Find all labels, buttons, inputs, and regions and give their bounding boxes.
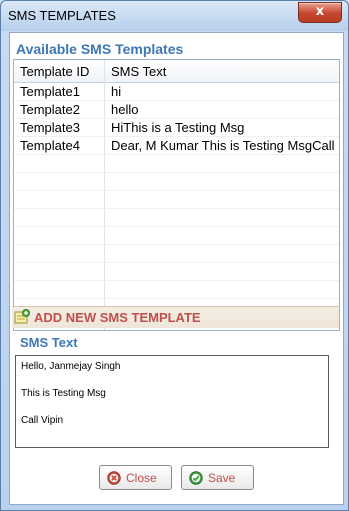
check-circle-icon	[189, 471, 203, 485]
empty-row	[14, 209, 339, 227]
save-button[interactable]: Save	[181, 465, 254, 490]
note-add-icon	[14, 309, 30, 324]
cell-template-id: Template4	[20, 138, 80, 153]
table-row[interactable]: Template2 hello	[14, 101, 339, 119]
empty-row	[14, 263, 339, 281]
cell-sms-text: hi	[111, 84, 122, 99]
cell-sms-text: hello	[111, 102, 139, 117]
cell-template-id: Template1	[20, 84, 80, 99]
content-panel: Available SMS Templates Template ID SMS …	[9, 32, 344, 505]
cell-sms-text: HiThis is a Testing Msg	[111, 120, 245, 135]
sms-templates-window: SMS TEMPLATES x Available SMS Templates …	[0, 0, 349, 511]
empty-row	[14, 155, 339, 173]
close-button-label: Close	[126, 471, 157, 485]
table-row[interactable]: Template4 Dear, M Kumar This is Testing …	[14, 137, 339, 155]
add-new-template-label: ADD NEW SMS TEMPLATE	[34, 310, 201, 325]
close-button[interactable]: Close	[99, 465, 172, 490]
add-new-template-button[interactable]: ADD NEW SMS TEMPLATE	[12, 306, 339, 328]
cell-template-id: Template3	[20, 120, 80, 135]
cancel-circle-icon	[107, 471, 121, 485]
sms-text-area[interactable]: Hello, Janmejay Singh This is Testing Ms…	[15, 355, 329, 448]
window-close-button[interactable]: x	[298, 2, 342, 23]
templates-grid[interactable]: Template ID SMS Text Template1 hi Templa…	[13, 59, 340, 331]
column-header-sms-text[interactable]: SMS Text	[111, 64, 166, 79]
available-templates-heading: Available SMS Templates	[16, 41, 184, 57]
grid-header: Template ID SMS Text	[14, 60, 339, 83]
cell-template-id: Template2	[20, 102, 80, 117]
title-bar: SMS TEMPLATES x	[1, 1, 348, 31]
cell-sms-text: Dear, M Kumar This is Testing MsgCall P	[111, 138, 339, 153]
empty-row	[14, 227, 339, 245]
sms-text-heading: SMS Text	[20, 335, 78, 350]
empty-row	[14, 191, 339, 209]
save-button-label: Save	[208, 471, 236, 485]
table-row[interactable]: Template3 HiThis is a Testing Msg	[14, 119, 339, 137]
window-title: SMS TEMPLATES	[8, 8, 116, 23]
table-row[interactable]: Template1 hi	[14, 83, 339, 101]
empty-row	[14, 245, 339, 263]
column-header-template-id[interactable]: Template ID	[20, 64, 89, 79]
empty-row	[14, 281, 339, 299]
empty-row	[14, 173, 339, 191]
